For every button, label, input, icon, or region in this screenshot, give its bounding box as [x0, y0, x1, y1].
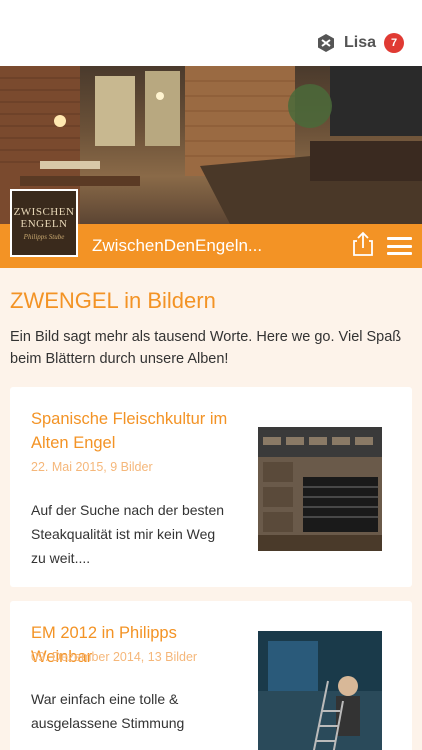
site-logo[interactable]: ZWISCHEN ENGELN Philipps Stube [10, 189, 78, 257]
share-icon[interactable] [351, 231, 375, 257]
hamburger-menu-icon[interactable] [387, 237, 412, 255]
site-title[interactable]: ZwischenDenEngeln... [92, 236, 262, 256]
user-account[interactable]: Lisa 7 [316, 33, 404, 53]
album-thumbnail[interactable] [258, 427, 382, 551]
logo-subtitle: Philipps Stube [23, 232, 65, 241]
album-excerpt: Auf der Suche nach der besten Steakquali… [31, 502, 225, 566]
page-title: ZWENGEL in Bildern [10, 288, 216, 313]
notification-badge[interactable]: 7 [384, 33, 404, 53]
logo-line-2: ENGELN [20, 217, 68, 230]
album-excerpt: War einfach eine tolle & ausgelassene St… [31, 691, 185, 731]
album-meta: 22. Mai 2015, 9 Bilder [31, 460, 153, 474]
album-thumbnail[interactable] [258, 631, 382, 750]
album-meta: 09. Dezember 2014, 13 Bilder [31, 650, 198, 664]
user-name: Lisa [343, 34, 376, 51]
top-bar: Lisa 7 [0, 0, 422, 66]
album-card[interactable]: Spanische Fleischkultur im Alten Engel 2… [10, 387, 412, 587]
logo-line-1: ZWISCHEN [13, 205, 75, 218]
page-intro: Ein Bild sagt mehr als tausend Worte. He… [10, 329, 402, 367]
album-title[interactable]: Spanische Fleischkultur im Alten Engel [31, 407, 231, 455]
album-card[interactable]: EM 2012 in Philipps Weinbar 09. Dezember… [10, 601, 412, 750]
hexagon-logo-icon [317, 34, 334, 52]
